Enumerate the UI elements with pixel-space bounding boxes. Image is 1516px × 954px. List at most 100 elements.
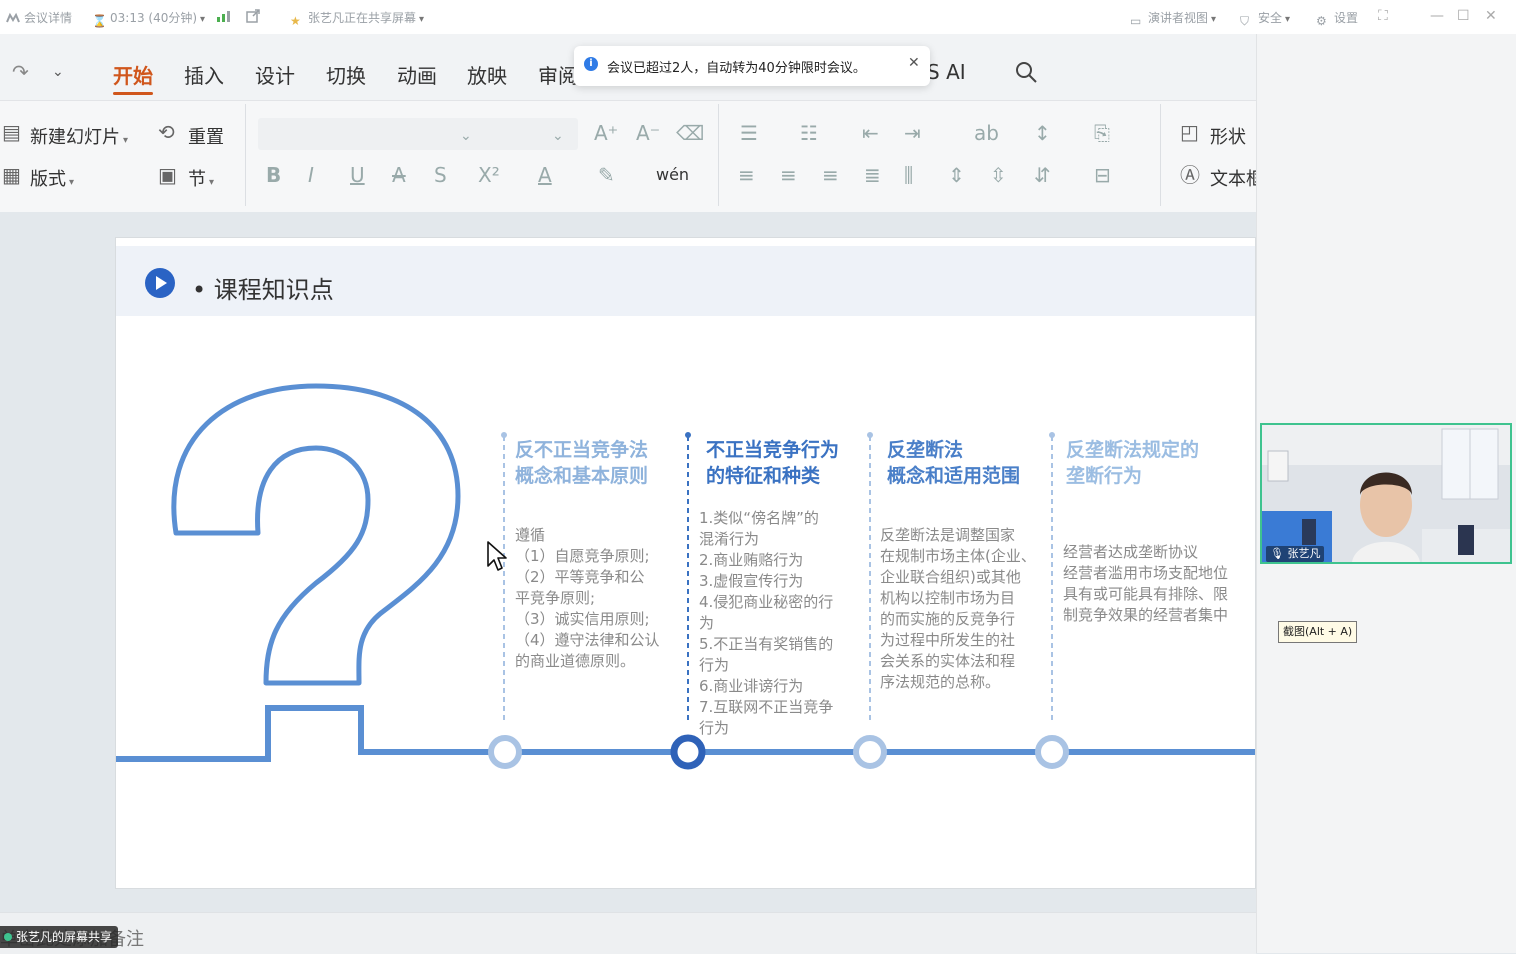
tab-insert[interactable]: 插入 [184,60,224,89]
tab-transition[interactable]: 切换 [326,60,366,89]
column-2-body: 1.类似“傍名牌”的 混淆行为 2.商业贿赂行为 3.虚假宣传行为 4.侵犯商业秘密的行… [699,509,834,737]
section-icon[interactable]: ▣ [158,165,177,185]
timeline-dot [867,432,873,438]
sort-icon[interactable]: ↕ [1034,123,1051,143]
eraser-icon[interactable]: ⌫ [676,123,704,143]
superscript-icon[interactable]: X² [478,165,500,185]
increase-font-icon[interactable]: A⁺ [594,123,618,143]
chevron-down-icon: ▾ [1211,14,1217,25]
meeting-timer[interactable]: ⌛ 03:13 (40分钟) ▾ [92,9,205,28]
column-1-body: 遵循 （1）自愿竞争原则; （2）平等竞争和公 平竞争原则; （3）诚实信用原则; （4）… [515,526,660,670]
chevron-down-icon: ▾ [200,14,206,25]
underline-icon[interactable]: U [350,165,365,185]
line-spacing-icon[interactable]: ⇕ [948,165,965,185]
align-center-icon[interactable]: ≡ [780,165,797,185]
decrease-font-icon[interactable]: A⁻ [636,123,660,143]
presenter-view-button[interactable]: ▭ 演讲者视图 ▾ [1130,9,1216,28]
column-1-title: 反不正当竞争法 概念和基本原则 [515,439,649,487]
align-right-icon[interactable]: ≡ [822,165,839,185]
tab-review[interactable]: 审阅 [538,60,578,89]
column-3-body: 反垄断法是调整国家 在规制市场主体(企业、 企业联合组织)或其他 机构以控制市场为目的… [880,526,1036,691]
timeline-node-active [670,734,706,770]
font-family-select[interactable] [258,118,578,150]
popout-icon[interactable] [246,9,264,23]
settings-button[interactable]: ⚙ 设置 [1316,9,1358,28]
search-icon[interactable] [1014,60,1038,89]
textbox-button[interactable]: 文本框 [1210,165,1256,191]
chevron-down-icon[interactable]: ⌄ [552,126,564,146]
presenter-view-icon: ▭ [1130,14,1142,28]
timeline-dot [1049,432,1055,438]
sharing-status[interactable]: ★ 张艺凡正在共享屏幕 ▾ [290,9,424,28]
reset-button[interactable]: 重置 [188,123,224,149]
column-icon[interactable]: ⇵ [1034,165,1051,185]
column-2-title: 不正当竞争行为 的特征和种类 [706,439,840,487]
tab-design[interactable]: 设计 [255,60,295,89]
textbox-icon[interactable]: Ⓐ [1180,165,1200,185]
convert-icon[interactable]: ⎘ [1094,123,1110,143]
column-4-title: 反垄断法规定的 垄断行为 [1066,439,1200,487]
active-tab-indicator [113,92,153,95]
ribbon-divider [718,104,719,206]
distribute-icon[interactable]: ⫼ [904,165,913,185]
info-icon: i [584,57,598,71]
ribbon-divider [245,104,246,206]
new-slide-button[interactable]: 新建幻灯片 ▾ [30,123,128,149]
security-button[interactable]: ⛉ 安全 ▾ [1240,9,1290,28]
chevron-down-icon: ▾ [1285,14,1291,25]
section-button[interactable]: 节 ▾ [188,165,214,191]
paragraph-spacing-icon[interactable]: ⇳ [990,165,1007,185]
layout-button[interactable]: 版式 ▾ [30,165,74,191]
shape-button[interactable]: 形状 [1210,123,1246,149]
numbered-list-icon[interactable]: ☷ [800,123,818,143]
chevron-down-icon: ▾ [209,177,215,188]
column-4-body: 经营者达成垄断协议 经营者滥用市场支配地位 具有或可能具有排除、限 制竞争效果的经营者… [1063,543,1229,624]
sharing-icon: ★ [290,14,301,28]
chevron-down-icon: ▾ [419,14,425,25]
chevron-down-icon[interactable]: ⌄ [52,64,64,80]
text-align-icon[interactable]: ⊟ [1094,165,1111,185]
bold-icon[interactable]: B [266,165,281,185]
reset-icon[interactable]: ⟲ [158,122,175,142]
participant-video[interactable]: 🎙 张艺凡 [1260,423,1512,564]
close-icon[interactable]: ✕ [908,55,920,71]
align-left-icon[interactable]: ≡ [738,165,755,185]
video-frame [1262,425,1510,562]
meeting-bar: 会议详情 ⌛ 03:13 (40分钟) ▾ ★ 张艺凡正在共享屏幕 ▾ ▭ 演讲者视图 ▾ … [0,0,1516,35]
notes-area[interactable]: 单击此处添加备注 [0,912,1256,954]
timeline-node [853,735,887,769]
highlight-icon[interactable]: ✎ [598,165,615,185]
text-direction-icon[interactable]: ab [974,123,999,143]
redo-icon[interactable]: ↷ [12,60,29,84]
layout-icon[interactable]: ▦ [2,165,21,185]
justify-icon[interactable]: ≣ [864,165,881,185]
shadow-icon[interactable]: S [434,165,447,185]
maximize-icon[interactable]: ☐ [1457,8,1470,24]
pinyin-icon[interactable]: wén [656,165,689,185]
notification-toast: i 会议已超过2人，自动转为40分钟限时会议。 ✕ [574,46,930,86]
signal-icon[interactable] [216,9,234,23]
close-icon[interactable]: ✕ [1485,8,1497,24]
increase-indent-icon[interactable]: ⇥ [904,123,921,143]
font-color-icon[interactable]: A [538,165,552,185]
tab-slideshow[interactable]: 放映 [467,60,507,89]
new-slide-icon[interactable]: ▤ [2,122,21,142]
chevron-down-icon[interactable]: ⌄ [460,126,472,146]
slide-canvas[interactable]: • 课程知识点 反不正当竞争法 概念和基本原则 遵循 （1）自愿竞争原则; （2） [115,237,1256,889]
italic-icon[interactable]: I [308,165,314,185]
fullscreen-icon[interactable]: ⛶ [1378,8,1388,24]
tab-animation[interactable]: 动画 [397,60,437,89]
participant-name-label: 🎙 张艺凡 [1266,546,1325,562]
tab-home[interactable]: 开始 [113,60,153,89]
question-mark-outline [171,383,461,686]
meeting-details-button[interactable]: 会议详情 [6,9,72,26]
shape-icon[interactable]: ◰ [1180,122,1199,142]
hourglass-icon: ⌛ [92,14,107,28]
timeline-node [488,735,522,769]
gear-icon: ⚙ [1316,14,1327,28]
decrease-indent-icon[interactable]: ⇤ [862,123,879,143]
shield-icon: ⛉ [1240,14,1250,28]
strikethrough-icon[interactable]: A [392,165,406,185]
minimize-icon[interactable]: — [1430,8,1444,24]
bullet-list-icon[interactable]: ☰ [740,123,758,143]
